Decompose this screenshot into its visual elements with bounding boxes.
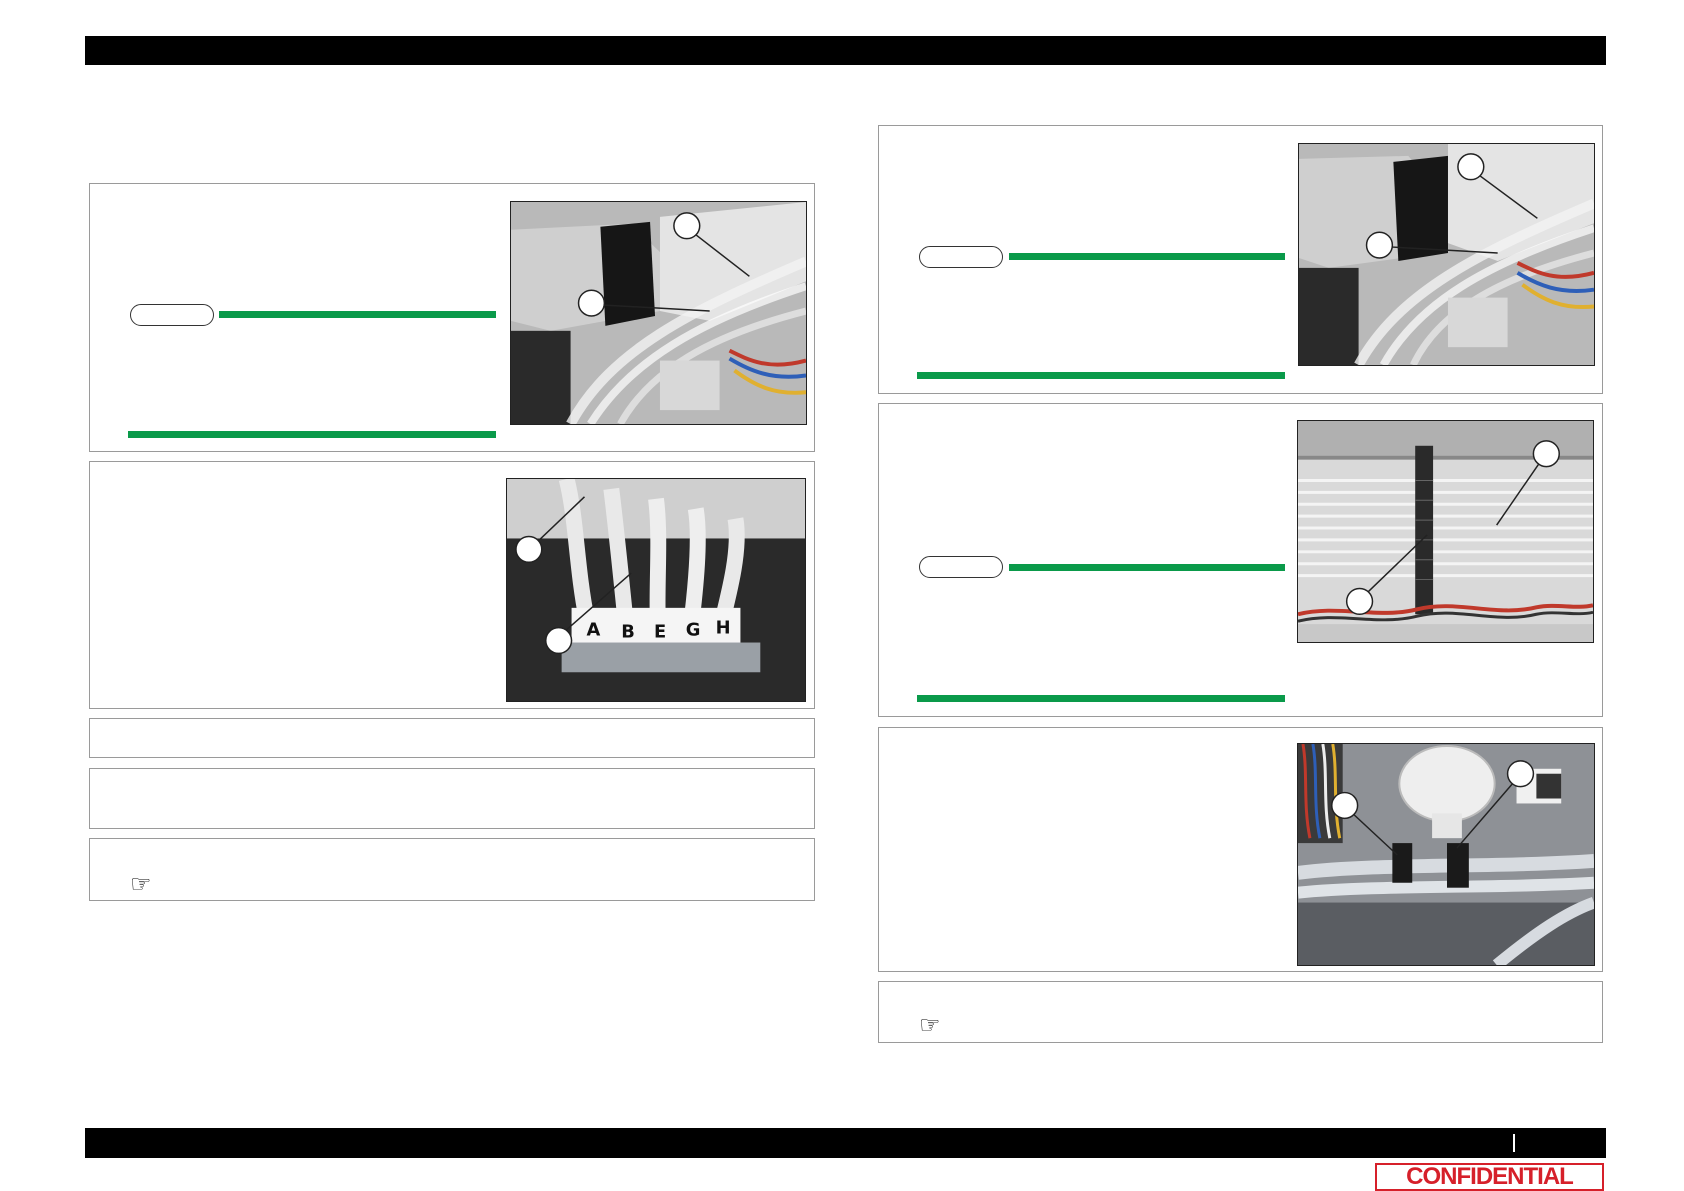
footer-bar <box>85 1128 1606 1158</box>
note-pill-icon <box>919 246 1003 268</box>
step-box-1 <box>89 183 815 452</box>
note-rule-bottom <box>128 431 496 438</box>
note-rule-top <box>1009 564 1285 571</box>
page-number-separator <box>1513 1134 1515 1152</box>
step-box-6 <box>878 125 1603 394</box>
header-bar <box>85 36 1606 65</box>
note-rule-bottom <box>917 695 1285 702</box>
note-rule-top <box>1009 253 1285 260</box>
pointing-hand-icon[interactable]: ☞ <box>130 873 152 897</box>
photo-tube-bundle-close <box>1298 143 1595 366</box>
tube-label-b: B <box>621 622 635 643</box>
tube-label-g: G <box>686 620 701 641</box>
note-pill-icon <box>130 304 214 326</box>
step-box-9: ☞ <box>878 981 1603 1043</box>
confidential-stamp: CONFIDENTIAL <box>1375 1163 1604 1191</box>
note-rule-top <box>219 311 496 318</box>
step-box-2: A B E G H <box>89 461 815 709</box>
photo-cable-tie <box>1297 420 1594 643</box>
tube-label-a: A <box>586 620 600 641</box>
step-box-4 <box>89 768 815 829</box>
photo-tube-bundle <box>510 201 807 425</box>
note-rule-bottom <box>917 372 1285 379</box>
step-box-3 <box>89 718 815 758</box>
note-pill-icon <box>919 556 1003 578</box>
step-box-5: ☞ <box>89 838 815 901</box>
tube-label-h: H <box>716 618 731 639</box>
step-box-8 <box>878 727 1603 972</box>
step-box-7 <box>878 403 1603 717</box>
tube-label-e: E <box>654 622 666 643</box>
photo-color-labeled-tubes: A B E G H <box>506 478 806 702</box>
pointing-hand-icon[interactable]: ☞ <box>919 1014 941 1038</box>
photo-pump-joints <box>1297 743 1595 966</box>
